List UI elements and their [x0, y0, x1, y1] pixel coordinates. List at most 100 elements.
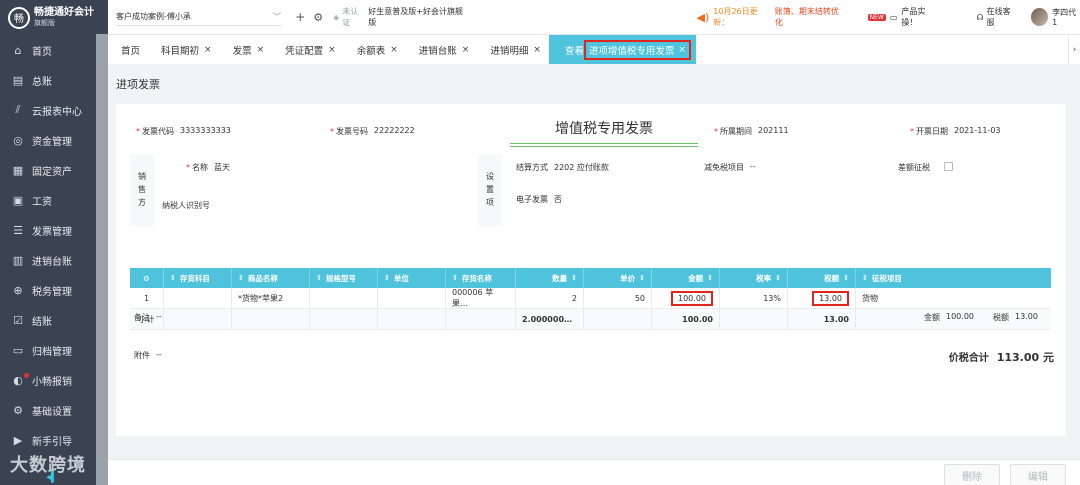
- sidebar-item-9[interactable]: ☑ 结账: [0, 305, 96, 335]
- sidebar-item-4[interactable]: ▦ 固定资产: [0, 155, 96, 185]
- tab-4[interactable]: 余额表 ×: [344, 35, 406, 64]
- top-bar: 客户成功案例-傅小承 ﹀ + ⚙ ◈ 未认证 好生意普及版+好会计旗舰版 ◀) …: [108, 0, 1080, 35]
- add-icon[interactable]: +: [295, 10, 305, 24]
- tab-2[interactable]: 发票 ×: [220, 35, 273, 64]
- tab-5[interactable]: 进销台账 ×: [406, 35, 478, 64]
- cell-price[interactable]: 50: [584, 288, 652, 308]
- tab-scroll-right-icon[interactable]: ›: [1068, 35, 1080, 64]
- close-icon[interactable]: ×: [462, 45, 470, 55]
- subtotal-tax: 13.00: [788, 309, 856, 329]
- col-amount[interactable]: 金额 ⇕: [652, 268, 720, 288]
- row-number: 1: [130, 288, 164, 308]
- col-tax-item[interactable]: ⇕ 征税项目: [856, 268, 1051, 288]
- subtotal-empty: [378, 309, 446, 329]
- close-icon[interactable]: ×: [204, 45, 212, 55]
- settings-icon: ⚙: [13, 403, 23, 417]
- exemption-value: --: [750, 162, 756, 171]
- active-tab-highlight: 进项增值税专用发票 ×: [583, 39, 691, 60]
- col-rate[interactable]: 税率 ⇕: [720, 268, 788, 288]
- cell-product[interactable]: *货物*苹果2: [232, 288, 310, 308]
- sidebar-item-label: 发票管理: [32, 226, 72, 238]
- close-icon[interactable]: ×: [678, 45, 686, 55]
- col-product[interactable]: ⇕ 商品名称: [232, 268, 310, 288]
- invoice-code-value: 3333333333: [180, 126, 231, 135]
- close-icon[interactable]: ×: [533, 45, 541, 55]
- settlement-label: 结算方式: [516, 163, 548, 172]
- col-price[interactable]: 单价 ⇕: [584, 268, 652, 288]
- tab-active-invoice[interactable]: 查看 进项增值税专用发票 ×: [548, 35, 696, 64]
- close-icon[interactable]: ×: [390, 45, 398, 55]
- sidebar-item-10[interactable]: ▭ 归档管理: [0, 335, 96, 365]
- product-practice-link[interactable]: NEW ▭ 产品实操！: [867, 6, 939, 28]
- logo-icon: 畅: [8, 6, 30, 29]
- purchase-sales-icon: ▥: [12, 253, 24, 267]
- remark-label: 备注: [134, 313, 150, 322]
- col-stock-name[interactable]: ⇕ 存货名称: [446, 268, 516, 288]
- col-tax[interactable]: 税额 ⇕: [788, 268, 856, 288]
- cell-stock-account[interactable]: [164, 288, 232, 308]
- cell-amount[interactable]: 100.00: [652, 288, 720, 308]
- footer-tax-value: 13.00: [1015, 312, 1038, 321]
- cell-tax-item[interactable]: 货物: [856, 288, 1051, 308]
- column-settings-icon[interactable]: ⚙: [130, 268, 164, 288]
- sidebar-scrollbar[interactable]: [96, 34, 108, 485]
- edit-button[interactable]: 编辑: [1010, 464, 1066, 485]
- taxid-label: 纳税人识别号: [162, 201, 210, 210]
- tab-3[interactable]: 凭证配置 ×: [272, 35, 344, 64]
- service-label: 在线客服: [986, 7, 1011, 27]
- col-spec[interactable]: ⇕ 规格型号: [310, 268, 378, 288]
- col-stock-account[interactable]: ⇕ 存货科目: [164, 268, 232, 288]
- chart-icon: ⫽: [15, 103, 21, 116]
- asset-icon: ▦: [12, 163, 24, 177]
- cell-qty[interactable]: 2: [516, 288, 584, 308]
- sidebar-item-0[interactable]: ⌂ 首页: [0, 35, 96, 65]
- app-logo[interactable]: 畅 畅捷通好会计 旗舰版: [0, 0, 96, 35]
- settings-icon[interactable]: ⚙: [313, 11, 323, 24]
- notice-date: 10月26日更新：: [713, 7, 758, 27]
- cell-spec[interactable]: [310, 288, 378, 308]
- sidebar-item-5[interactable]: ▣ 工资: [0, 185, 96, 215]
- invoice-number-field: * 发票号码 22222222: [330, 126, 415, 136]
- cell-rate[interactable]: 13%: [720, 288, 788, 308]
- update-notice[interactable]: ◀) 10月26日更新： 账簿、期末结转优化: [697, 6, 844, 28]
- sidebar-gutter: [96, 0, 108, 34]
- cell-stock-name[interactable]: 000006 苹果…: [446, 288, 516, 308]
- delete-button[interactable]: 删除: [944, 464, 1000, 485]
- close-icon[interactable]: ×: [328, 45, 336, 55]
- col-qty[interactable]: 数量 ⇕: [516, 268, 584, 288]
- grand-total-label: 价税合计: [948, 353, 989, 364]
- sidebar-item-1[interactable]: ▤ 总账: [0, 65, 96, 95]
- table-row[interactable]: 1 *货物*苹果2 000006 苹果… 2 50 100.00 13% 13.…: [130, 288, 1051, 309]
- certification-status[interactable]: ◈ 未认证 好生意普及版+好会计旗舰版: [333, 6, 466, 28]
- col-unit[interactable]: ⇕ 单位: [378, 268, 446, 288]
- exemption-label: 减免税项目: [704, 163, 744, 172]
- sidebar-nav: ⌂ 首页 ▤ 总账 ⫽ 云报表中心 ◎ 资金管理 ▦ 固定资产 ▣ 工资 ☰ 发票管理 ▥ 进销台账 ⊕ 税务管理…: [0, 35, 96, 455]
- collapse-icon[interactable]: ◂▍: [46, 472, 59, 483]
- sidebar-item-label: 进销台账: [32, 256, 72, 268]
- cell-unit[interactable]: [378, 288, 446, 308]
- invoice-code-label: 发票代码: [142, 127, 174, 136]
- sidebar-item-7[interactable]: ▥ 进销台账: [0, 245, 96, 275]
- sidebar-item-12[interactable]: ⚙ 基础设置: [0, 395, 96, 425]
- cell-tax[interactable]: 13.00: [788, 288, 856, 308]
- client-select[interactable]: 客户成功案例-傅小承 ﹀: [116, 8, 282, 26]
- subtotal-qty: 2.000000…: [516, 309, 584, 329]
- tab-prefix: 查看: [564, 45, 584, 57]
- sidebar-item-3[interactable]: ◎ 资金管理: [0, 125, 96, 155]
- tab-6[interactable]: 进销明细 ×: [477, 35, 549, 64]
- sidebar-item-11[interactable]: ◐ 小畅报销: [0, 365, 96, 395]
- tab-label: 进销明细: [490, 45, 529, 57]
- online-service[interactable]: ☊ 在线客服: [976, 6, 1016, 28]
- diff-tax-checkbox[interactable]: [944, 162, 953, 171]
- tab-1[interactable]: 科目期初 ×: [148, 35, 220, 64]
- tab-0[interactable]: 首页: [108, 35, 148, 64]
- sidebar-item-6[interactable]: ☰ 发票管理: [0, 215, 96, 245]
- sidebar-item-2[interactable]: ⫽ 云报表中心: [0, 95, 96, 125]
- user-menu[interactable]: 李四代1: [1030, 7, 1080, 27]
- sidebar-item-8[interactable]: ⊕ 税务管理: [0, 275, 96, 305]
- sidebar-item-label: 税务管理: [32, 286, 72, 298]
- notification-dot: [24, 373, 29, 378]
- close-icon[interactable]: ×: [257, 45, 265, 55]
- einvoice-field: 电子发票 否: [516, 194, 562, 205]
- settings-side: 设置项: [478, 154, 502, 226]
